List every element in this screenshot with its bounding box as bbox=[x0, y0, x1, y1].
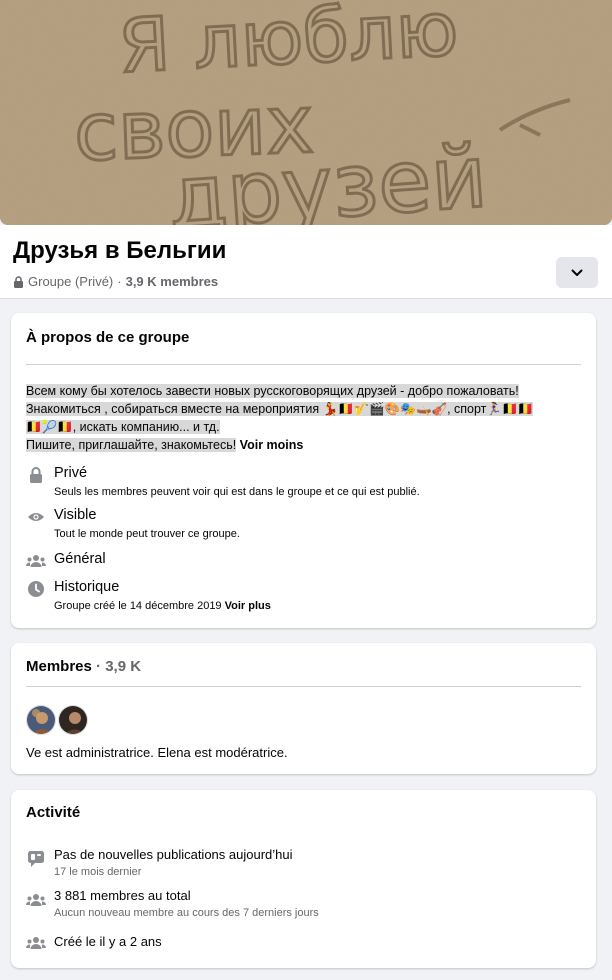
activity-posts-title: Pas de nouvelles publications aujourd’hu… bbox=[54, 847, 293, 862]
about-card: À propos de ce groupe Всем кому бы хотел… bbox=[11, 313, 596, 628]
cover-photo[interactable]: Я люблю своих друзей bbox=[0, 0, 612, 225]
members-title-row[interactable]: Membres · 3,9 K bbox=[26, 658, 141, 675]
group-description: Всем кому бы хотелось завести новых русс… bbox=[26, 382, 584, 454]
activity-title: Activité bbox=[26, 804, 81, 821]
members-title: Membres bbox=[26, 658, 92, 675]
history-created-text: Groupe créé le 14 décembre 2019 bbox=[54, 600, 222, 612]
info-private-subtitle: Seuls les membres peuvent voir qui est d… bbox=[54, 486, 420, 498]
more-options-button[interactable] bbox=[556, 257, 598, 288]
description-line-3: 🇧🇪🎾🇧🇪, искать компанию... и тд. bbox=[26, 420, 220, 434]
meta-separator: · bbox=[117, 274, 122, 289]
activity-members-title: 3 881 membres au total bbox=[54, 888, 191, 903]
group-header: Друзья в Бельгии Groupe (Privé) · 3,9 K … bbox=[0, 225, 612, 299]
description-line-1: Всем кому бы хотелось завести новых русс… bbox=[26, 384, 519, 398]
lock-icon bbox=[13, 275, 24, 288]
activity-members-subtitle: Aucun nouveau membre au cours des 7 dern… bbox=[54, 907, 319, 919]
avatar[interactable] bbox=[26, 705, 56, 735]
see-more-link[interactable]: Voir plus bbox=[225, 600, 271, 612]
members-divider bbox=[26, 686, 581, 687]
chevron-down-icon bbox=[571, 264, 583, 282]
info-visible-subtitle: Tout le monde peut trouver ce groupe. bbox=[54, 528, 240, 540]
eye-icon bbox=[26, 507, 46, 527]
info-history-title: Historique bbox=[54, 579, 120, 595]
info-general-title: Général bbox=[54, 551, 106, 567]
members-card: Membres · 3,9 K Ve est administratrice. … bbox=[11, 643, 596, 774]
group-name[interactable]: Друзья в Бельгии bbox=[13, 237, 226, 265]
group-members-count[interactable]: 3,9 K membres bbox=[126, 274, 219, 289]
members-count: 3,9 K bbox=[105, 658, 142, 675]
people-icon bbox=[26, 933, 46, 953]
avatar[interactable] bbox=[58, 705, 88, 735]
activity-created-title: Créé le il y a 2 ans bbox=[54, 934, 162, 949]
description-line-2: Знакомиться , собираться вместе на мероп… bbox=[26, 402, 534, 416]
see-less-link[interactable]: Voir moins bbox=[240, 438, 304, 452]
activity-card: Activité Pas de nouvelles publications a… bbox=[11, 790, 596, 968]
about-divider bbox=[26, 364, 581, 365]
info-history-subtitle: Groupe créé le 14 décembre 2019 Voir plu… bbox=[54, 600, 271, 612]
people-icon bbox=[26, 890, 46, 910]
about-title: À propos de ce groupe bbox=[26, 329, 190, 346]
chat-icon bbox=[26, 849, 46, 869]
group-privacy: Groupe (Privé) bbox=[28, 274, 114, 289]
clock-icon bbox=[26, 579, 46, 599]
description-line-4: Пишите, приглашайте, знакомьтесь! bbox=[26, 438, 237, 452]
group-meta: Groupe (Privé) · 3,9 K membres bbox=[13, 274, 218, 289]
admins-text: Ve est administratrice. Elena est modéra… bbox=[26, 745, 288, 760]
people-icon bbox=[26, 551, 46, 571]
members-separator: · bbox=[96, 658, 102, 675]
info-visible-title: Visible bbox=[54, 507, 97, 523]
lock-icon bbox=[26, 465, 46, 485]
activity-posts-subtitle: 17 le mois dernier bbox=[54, 866, 142, 878]
info-private-title: Privé bbox=[54, 465, 88, 481]
